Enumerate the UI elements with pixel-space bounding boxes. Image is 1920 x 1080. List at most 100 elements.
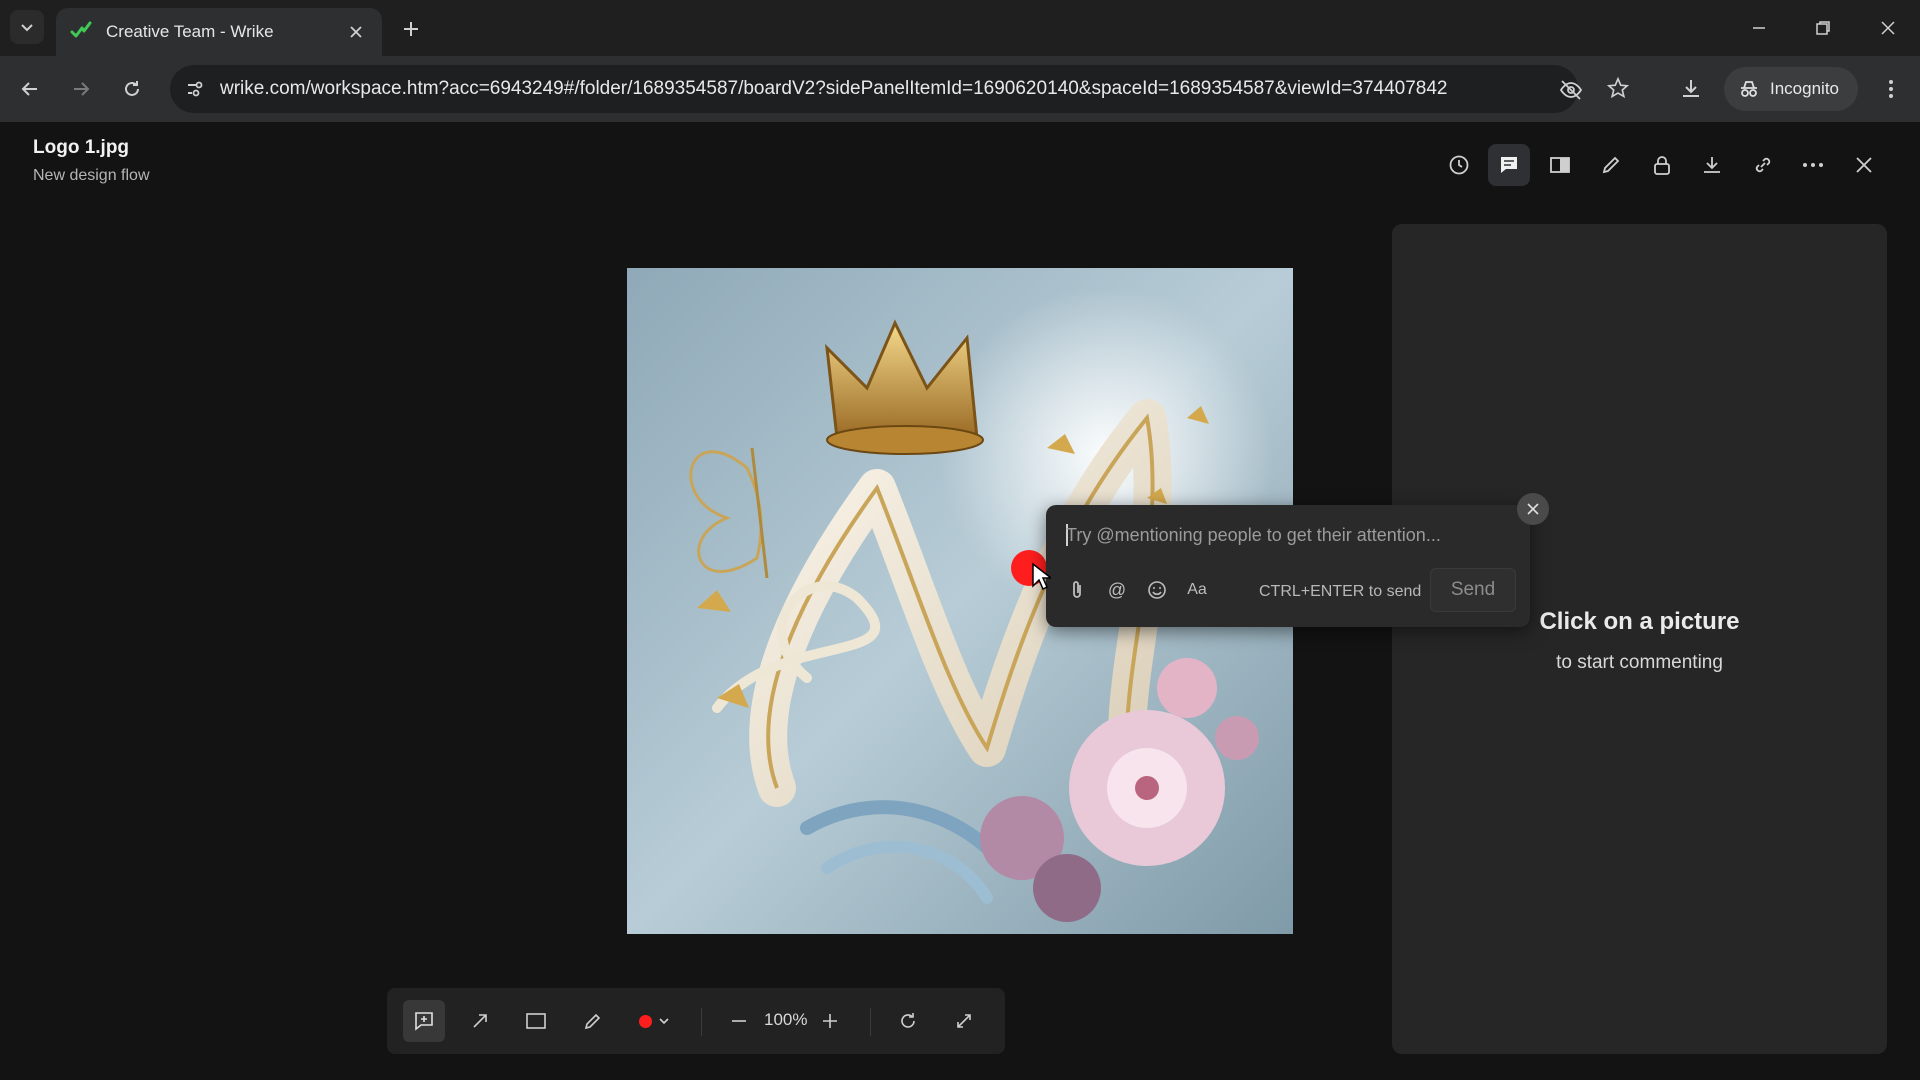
- close-icon: [350, 26, 362, 38]
- lock-icon: [1654, 156, 1670, 175]
- forward-button[interactable]: [62, 70, 100, 108]
- mouse-cursor-icon: [1032, 562, 1051, 591]
- file-viewer: Logo 1.jpg New design flow Click on a pi…: [0, 122, 1920, 1080]
- download-file-button[interactable]: [1691, 144, 1733, 186]
- close-icon: [1527, 503, 1539, 515]
- rotate-icon: [901, 1013, 915, 1028]
- history-icon: [1449, 155, 1469, 175]
- file-name: Logo 1.jpg: [33, 137, 130, 158]
- zoom-level: 100%: [764, 1010, 808, 1029]
- chevron-down-icon: [21, 24, 33, 32]
- comments-panel: Click on a picture to start commenting: [1392, 224, 1887, 1054]
- compare-button[interactable]: [1539, 144, 1581, 186]
- bookmark-button[interactable]: [1605, 75, 1631, 101]
- fullscreen-button[interactable]: [943, 1000, 985, 1042]
- text-format-button[interactable]: Aa: [1182, 575, 1212, 605]
- emoji-button[interactable]: [1142, 575, 1172, 605]
- browser-tabbar: Creative Team - Wrike: [0, 0, 1920, 56]
- wrike-favicon: [70, 21, 92, 38]
- downloads-button[interactable]: [1672, 70, 1710, 108]
- site-info-icon: [188, 81, 203, 97]
- pencil-tool[interactable]: [572, 1000, 614, 1042]
- incognito-label: Incognito: [1770, 79, 1839, 98]
- arrow-tool[interactable]: [459, 1000, 501, 1042]
- comment-input[interactable]: [1066, 517, 1506, 553]
- back-button[interactable]: [11, 70, 49, 108]
- more-icon: [1803, 163, 1823, 167]
- comments-button[interactable]: [1488, 144, 1530, 186]
- send-shortcut-hint: CTRL+ENTER to send: [1259, 583, 1422, 600]
- comments-icon: [1501, 157, 1517, 173]
- arrow-icon: [473, 1014, 487, 1028]
- pencil-icon: [584, 1013, 601, 1030]
- text-format-icon: Aa: [1187, 581, 1207, 598]
- history-button[interactable]: [1438, 144, 1480, 186]
- tab-close-button[interactable]: [344, 20, 368, 44]
- close-viewer-button[interactable]: [1843, 144, 1885, 186]
- annotation-toolbar: 100%: [387, 988, 1005, 1054]
- minimize-icon: [1753, 27, 1765, 29]
- mention-button[interactable]: @: [1102, 575, 1132, 605]
- back-icon: [21, 82, 37, 96]
- compare-icon: [1550, 157, 1570, 173]
- tab-title: Creative Team - Wrike: [106, 22, 274, 41]
- color-picker[interactable]: [630, 1000, 678, 1042]
- url-text: wrike.com/workspace.htm?acc=6943249#/fol…: [220, 78, 1448, 99]
- reload-icon: [125, 81, 139, 96]
- close-icon: [1856, 157, 1872, 173]
- rectangle-tool[interactable]: [515, 1000, 557, 1042]
- close-window-button[interactable]: [1866, 8, 1910, 48]
- empty-state-subtitle: to start commenting: [1556, 652, 1723, 673]
- plus-icon: [404, 22, 418, 36]
- address-bar[interactable]: wrike.com/workspace.htm?acc=6943249#/fol…: [170, 65, 1583, 113]
- close-window-icon: [1881, 21, 1895, 35]
- reload-button[interactable]: [113, 70, 151, 108]
- zoom-out-button[interactable]: [718, 1000, 760, 1042]
- toolbar-divider: [701, 1008, 702, 1036]
- eye-off-icon: [1559, 80, 1583, 100]
- minimize-button[interactable]: [1737, 8, 1781, 48]
- browser-menu-button[interactable]: [1872, 70, 1910, 108]
- add-comment-tool[interactable]: [403, 1000, 445, 1042]
- zoom-in-button[interactable]: [809, 1000, 851, 1042]
- browser-toolbar: wrike.com/workspace.htm?acc=6943249#/fol…: [0, 56, 1920, 122]
- edit-button[interactable]: [1590, 144, 1632, 186]
- color-swatch: [638, 1014, 652, 1028]
- rectangle-icon: [526, 1013, 546, 1029]
- rotate-button[interactable]: [887, 1000, 929, 1042]
- site-info-button[interactable]: [180, 74, 210, 104]
- incognito-icon: [1741, 81, 1757, 97]
- emoji-icon: [1148, 581, 1166, 599]
- attach-icon: [1073, 581, 1081, 598]
- incognito-badge[interactable]: Incognito: [1724, 67, 1858, 111]
- forward-icon: [74, 82, 90, 96]
- restore-button[interactable]: [1801, 8, 1845, 48]
- new-tab-button[interactable]: [396, 14, 426, 44]
- send-button[interactable]: Send: [1430, 568, 1516, 612]
- download-icon: [1704, 157, 1720, 173]
- copy-link-button[interactable]: [1742, 144, 1784, 186]
- comment-popup: @ Aa CTRL+ENTER to send Send: [1046, 505, 1530, 627]
- comment-tools: @ Aa: [1062, 575, 1212, 605]
- download-icon: [1683, 80, 1699, 97]
- mention-icon: @: [1107, 579, 1127, 600]
- tab-search-button[interactable]: [10, 10, 44, 44]
- more-button[interactable]: [1792, 144, 1834, 186]
- lock-button[interactable]: [1641, 144, 1683, 186]
- attach-button[interactable]: [1062, 575, 1092, 605]
- fullscreen-icon: [957, 1014, 971, 1028]
- link-icon: [1755, 157, 1771, 173]
- workflow-name: New design flow: [33, 167, 150, 184]
- edit-icon: [1602, 156, 1620, 174]
- restore-icon: [1816, 21, 1830, 35]
- close-comment-popup-button[interactable]: [1517, 493, 1549, 525]
- add-comment-icon: [415, 1012, 433, 1031]
- zoom-out-icon: [732, 1020, 746, 1022]
- kebab-menu-icon: [1889, 80, 1893, 98]
- tracking-protection-button[interactable]: [1558, 77, 1584, 103]
- browser-tab-active[interactable]: Creative Team - Wrike: [56, 8, 382, 56]
- chevron-down-icon: [658, 1018, 669, 1025]
- star-icon: [1607, 77, 1629, 99]
- zoom-in-icon: [823, 1014, 837, 1028]
- toolbar-divider: [870, 1008, 871, 1036]
